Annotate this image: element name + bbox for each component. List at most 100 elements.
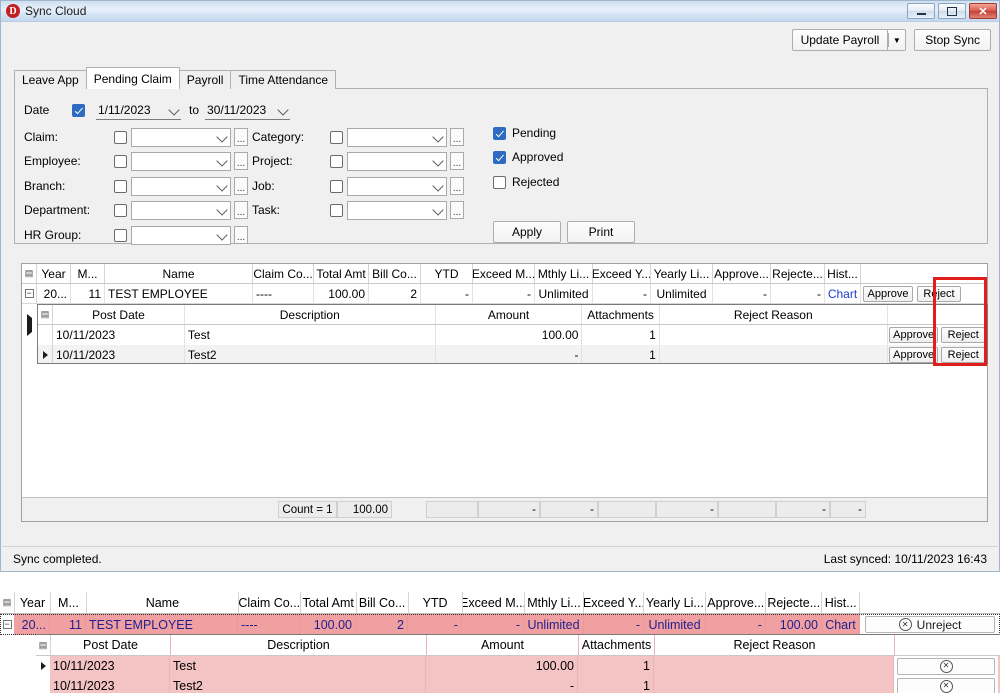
task-combo[interactable]	[347, 200, 447, 220]
date-enabled-checkbox[interactable]	[72, 103, 85, 117]
bottom-col-month[interactable]: M...	[51, 592, 87, 613]
col-ytd[interactable]: YTD	[421, 264, 473, 283]
date-to-input[interactable]: 30/11/2023	[205, 101, 291, 120]
hr-group-checkbox[interactable]	[114, 228, 127, 242]
detail-approve-button-2[interactable]: Approve	[888, 347, 939, 363]
job-checkbox[interactable]	[330, 179, 343, 193]
employee-checkbox[interactable]	[114, 154, 127, 168]
project-chevron-down-icon[interactable]	[432, 154, 444, 167]
tab-pending-claim[interactable]: Pending Claim	[85, 67, 180, 89]
rejected-checkbox[interactable]	[493, 175, 506, 189]
hr-group-browse-button[interactable]: ...	[234, 226, 248, 244]
col-total-amt[interactable]: Total Amt	[314, 264, 369, 283]
claim-chevron-down-icon[interactable]	[216, 130, 228, 143]
col-approved[interactable]: Approve...	[713, 264, 771, 283]
hr-group-chevron-down-icon[interactable]	[216, 228, 228, 241]
cell-history-chart-link[interactable]: Chart	[825, 284, 861, 303]
detail-approve-button-1[interactable]: Approve	[888, 327, 939, 343]
category-checkbox[interactable]	[330, 130, 343, 144]
grid-master-row[interactable]: − 20... 11 TEST EMPLOYEE ---- 100.00 2 -…	[22, 284, 987, 304]
bottom-col-approved[interactable]: Approve...	[706, 592, 767, 613]
claim-checkbox[interactable]	[114, 130, 127, 144]
branch-chevron-down-icon[interactable]	[216, 179, 228, 192]
bottom-col-exceed-yearly[interactable]: Exceed Y...	[584, 592, 645, 613]
job-combo[interactable]	[347, 176, 447, 196]
bottom-col-history[interactable]: Hist...	[822, 592, 861, 613]
bottom-col-year[interactable]: Year	[15, 592, 51, 613]
detail-col-post-date[interactable]: Post Date	[53, 305, 185, 324]
col-year[interactable]: Year	[37, 264, 71, 283]
update-payroll-dropdown-arrow-icon[interactable]: ▼	[887, 29, 907, 51]
branch-browse-button[interactable]: ...	[234, 177, 248, 195]
department-browse-button[interactable]: ...	[234, 201, 248, 219]
bottom-col-monthly-limit[interactable]: Mthly Li...	[525, 592, 585, 613]
project-browse-button[interactable]: ...	[450, 152, 464, 170]
col-exceed-yearly[interactable]: Exceed Y...	[593, 264, 651, 283]
category-chevron-down-icon[interactable]	[432, 130, 444, 143]
employee-combo[interactable]	[131, 151, 231, 171]
master-reject-button[interactable]: Reject	[917, 285, 961, 302]
bottom-detail-cell-reject-reason-1[interactable]	[654, 656, 894, 676]
category-combo[interactable]	[347, 127, 447, 147]
detail-col-amount[interactable]: Amount	[436, 305, 583, 324]
detail-cell-reject-reason-1[interactable]	[660, 325, 888, 345]
bottom-collapse-icon[interactable]: −	[2, 620, 12, 629]
grid-select-all-handle[interactable]: ▤	[22, 264, 37, 283]
date-to-chevron-down-icon[interactable]	[277, 103, 289, 116]
col-monthly-limit[interactable]: Mthly Li...	[535, 264, 593, 283]
job-browse-button[interactable]: ...	[450, 177, 464, 195]
col-name[interactable]: Name	[105, 264, 253, 283]
master-row-expander-cell[interactable]: −	[22, 284, 37, 303]
col-month[interactable]: M...	[71, 264, 105, 283]
apply-button[interactable]: Apply	[493, 221, 561, 243]
tab-payroll[interactable]: Payroll	[178, 70, 232, 89]
bottom-select-all-handle[interactable]: ▤	[0, 592, 15, 613]
col-history[interactable]: Hist...	[825, 264, 861, 283]
detail-select-all-handle[interactable]: ▤	[38, 305, 53, 324]
bottom-col-claim-code[interactable]: Claim Co...	[239, 592, 301, 613]
bottom-detail-col-reject-reason[interactable]: Reject Reason	[655, 635, 895, 655]
task-browse-button[interactable]: ...	[450, 201, 464, 219]
pending-status-row[interactable]: Pending	[493, 126, 556, 140]
bottom-detail-row[interactable]: 10/11/2023 Test 100.00 1 ✕	[36, 656, 1000, 676]
tab-leave-app[interactable]: Leave App	[14, 70, 87, 89]
bottom-col-total-amt[interactable]: Total Amt	[301, 592, 357, 613]
col-rejected[interactable]: Rejecte...	[771, 264, 825, 283]
bottom-col-name[interactable]: Name	[87, 592, 239, 613]
bottom-detail-unreject-button-1[interactable]: ✕	[897, 657, 995, 675]
unreject-button[interactable]: ✕ Unreject	[865, 616, 995, 633]
detail-row-handle-2[interactable]	[38, 345, 53, 363]
col-bill-count[interactable]: Bill Co...	[369, 264, 421, 283]
minimize-button[interactable]	[907, 3, 935, 19]
bottom-col-bill-count[interactable]: Bill Co...	[357, 592, 409, 613]
bottom-detail-row[interactable]: 10/11/2023 Test2 - 1 ✕	[36, 676, 1000, 693]
master-approve-button[interactable]: Approve	[863, 285, 913, 302]
bottom-row-expander-cell[interactable]: −	[0, 614, 14, 635]
bottom-detail-row-handle-2[interactable]	[36, 676, 50, 693]
rejected-status-row[interactable]: Rejected	[493, 175, 559, 189]
date-from-input[interactable]: 1/11/2023	[96, 101, 181, 120]
bottom-col-rejected[interactable]: Rejecte...	[766, 592, 823, 613]
approved-checkbox[interactable]	[493, 150, 506, 164]
bottom-detail-col-amount[interactable]: Amount	[427, 635, 579, 655]
department-checkbox[interactable]	[114, 203, 127, 217]
detail-reject-button-2[interactable]: Reject	[941, 347, 986, 363]
bottom-detail-col-attachments[interactable]: Attachments	[579, 635, 655, 655]
col-yearly-limit[interactable]: Yearly Li...	[651, 264, 713, 283]
employee-browse-button[interactable]: ...	[234, 152, 248, 170]
detail-col-reject-reason[interactable]: Reject Reason	[660, 305, 888, 324]
detail-row[interactable]: 10/11/2023 Test 100.00 1 Approve Reject	[38, 325, 987, 345]
job-chevron-down-icon[interactable]	[432, 179, 444, 192]
task-chevron-down-icon[interactable]	[432, 203, 444, 216]
detail-col-attachments[interactable]: Attachments	[582, 305, 660, 324]
col-claim-code[interactable]: Claim Co...	[253, 264, 314, 283]
claim-combo[interactable]	[131, 127, 231, 147]
pending-checkbox[interactable]	[493, 126, 506, 140]
department-chevron-down-icon[interactable]	[216, 203, 228, 216]
category-browse-button[interactable]: ...	[450, 128, 464, 146]
bottom-col-exceed-monthly[interactable]: Exceed M...	[463, 592, 525, 613]
update-payroll-button-label[interactable]: Update Payroll	[791, 29, 888, 51]
claim-browse-button[interactable]: ...	[234, 128, 248, 146]
stop-sync-button[interactable]: Stop Sync	[914, 29, 991, 51]
maximize-button[interactable]	[938, 3, 966, 19]
